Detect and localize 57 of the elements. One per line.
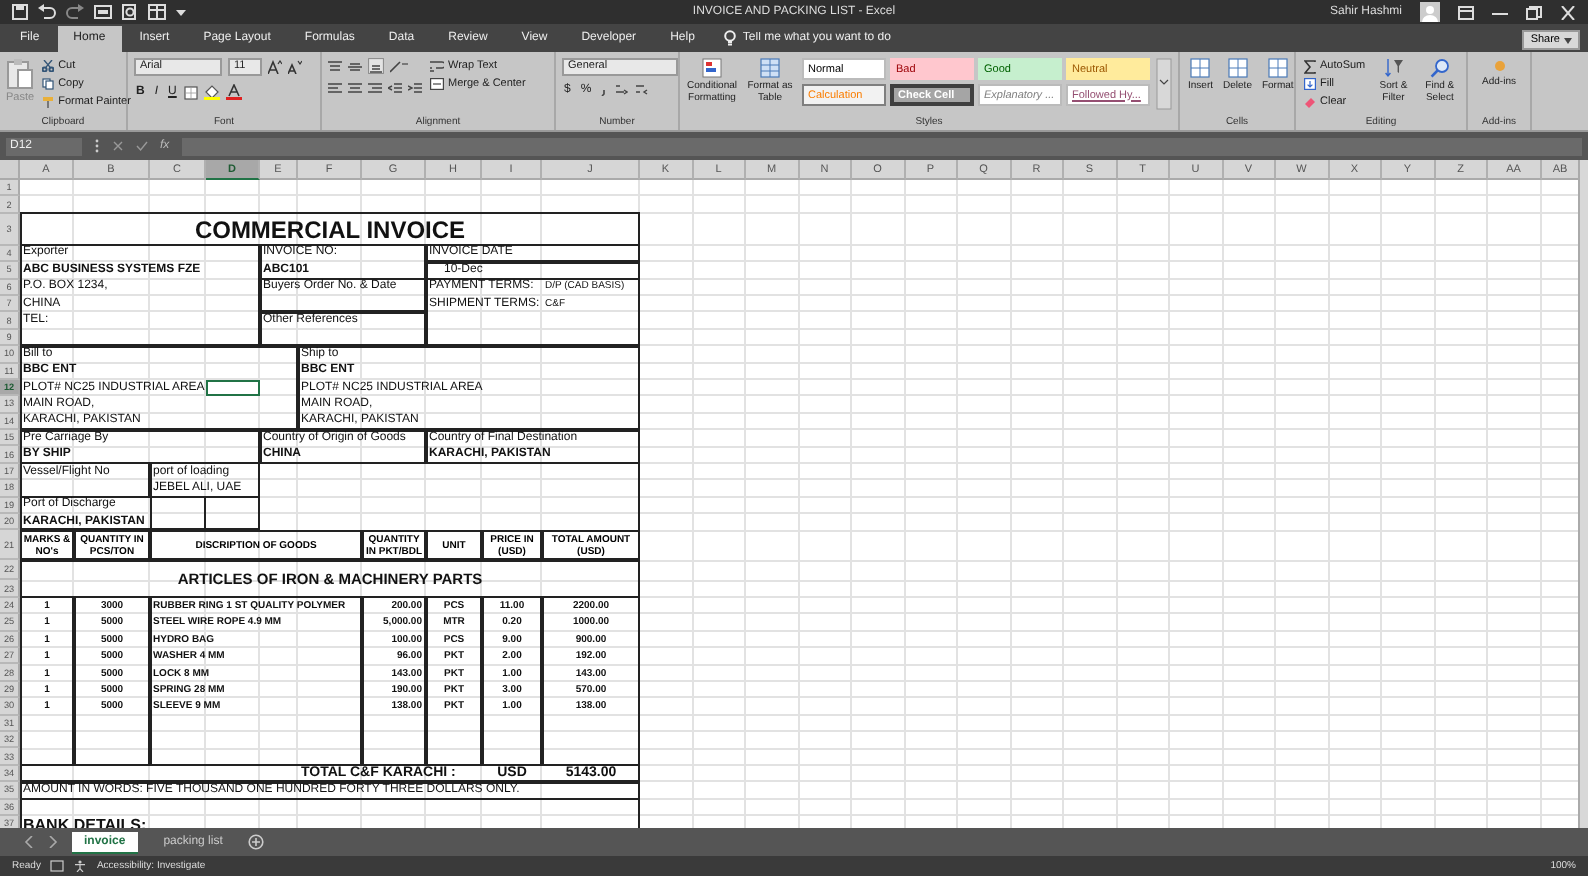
save-icon[interactable] (12, 4, 28, 20)
copy-icon (42, 78, 55, 90)
cancel-icon[interactable] (112, 140, 124, 152)
sigma-icon (1304, 59, 1316, 73)
undo-icon[interactable] (38, 4, 56, 20)
fill-down-icon (1304, 78, 1316, 90)
decrease-font-icon[interactable] (288, 60, 302, 74)
fill-color-icon[interactable] (204, 84, 221, 100)
print-preview-icon[interactable] (122, 4, 138, 20)
cell-cursor (206, 379, 260, 397)
search-icon (1429, 58, 1450, 78)
options-icon[interactable] (94, 138, 100, 154)
align-center-icon[interactable] (348, 82, 362, 96)
restore-icon[interactable] (1526, 5, 1542, 19)
align-left-icon[interactable] (328, 82, 342, 96)
decrease-indent-icon[interactable] (388, 82, 402, 96)
font-color-icon[interactable] (226, 84, 243, 100)
next-sheet-icon[interactable] (48, 836, 58, 848)
caret-icon (1564, 37, 1572, 43)
merge-cells-icon (430, 78, 444, 90)
add-ins-icon (1491, 58, 1507, 74)
add-sheet-icon[interactable] (248, 834, 265, 850)
vertical-scrollbar[interactable] (1578, 160, 1588, 828)
checkmark-icon[interactable] (136, 140, 148, 152)
align-right-icon[interactable] (368, 82, 382, 96)
increase-indent-icon[interactable] (408, 82, 422, 96)
cells-icon (1190, 58, 1211, 78)
close-icon[interactable] (1560, 5, 1576, 19)
increase-font-icon[interactable] (268, 60, 282, 74)
accessibility-icon[interactable] (74, 860, 87, 872)
sort-filter-icon (1383, 58, 1404, 78)
conditional-formatting-icon (702, 58, 722, 78)
wrap-text-icon (430, 60, 444, 72)
paste-icon[interactable] (6, 58, 35, 90)
cells-icon (1227, 58, 1248, 78)
previous-sheet-icon[interactable] (24, 836, 34, 848)
customize-icon[interactable] (176, 4, 186, 20)
macro-icon[interactable] (50, 860, 65, 872)
middle-align-icon[interactable] (348, 59, 362, 73)
table-icon[interactable] (148, 4, 166, 20)
form-icon[interactable] (94, 4, 112, 20)
decrease-decimal-icon[interactable] (633, 84, 648, 96)
bottom-align-icon[interactable] (368, 58, 384, 74)
scissors-icon (42, 60, 55, 72)
paintbrush-icon (42, 96, 55, 108)
comma-style-icon[interactable] (599, 84, 608, 96)
invoice-title: COMMERCIAL INVOICE (194, 215, 466, 244)
increase-decimal-icon[interactable] (613, 84, 628, 96)
ribbon-display-icon[interactable] (1458, 5, 1474, 19)
cells-icon (1267, 58, 1288, 78)
eraser-icon (1304, 96, 1316, 108)
redo-icon[interactable] (66, 4, 84, 20)
table-format-icon (760, 58, 780, 78)
lightbulb-icon (724, 30, 737, 46)
orientation-icon[interactable] (390, 59, 408, 73)
borders-icon[interactable] (184, 85, 199, 99)
top-align-icon[interactable] (328, 59, 342, 73)
